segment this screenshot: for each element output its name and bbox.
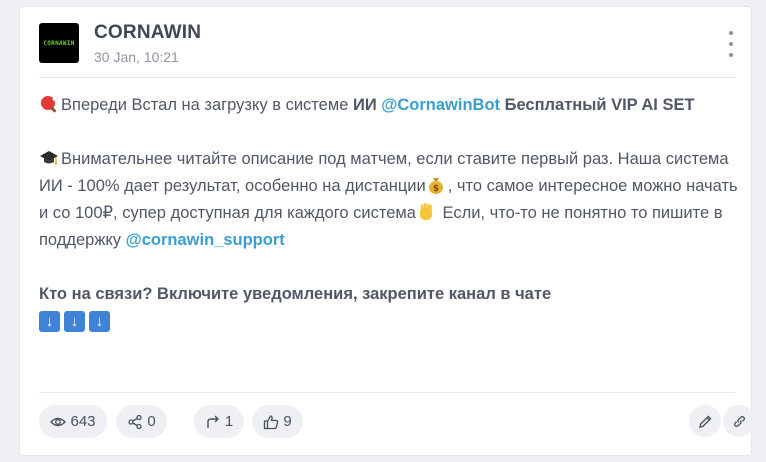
- post-paragraph-1: Впереди Встал на загрузку в системе ИИ @…: [39, 92, 739, 119]
- ping-pong-icon: [41, 96, 58, 113]
- post-paragraph-2: Внимательнее читайте описание под матчем…: [39, 146, 739, 254]
- ai-bold-text: ИИ: [352, 96, 377, 114]
- eye-icon: [50, 417, 67, 426]
- forwards-count: 1: [224, 413, 234, 430]
- post-paragraph-3: Кто на связи? Включите уведомления, закр…: [39, 285, 552, 303]
- link-icon: [733, 415, 745, 427]
- avatar-logo-text: CORNAWIN: [43, 39, 75, 47]
- post-timestamp: 30 Jan, 10:21: [94, 49, 179, 65]
- svg-text:$: $: [433, 184, 439, 194]
- channel-name[interactable]: CORNAWIN: [94, 22, 201, 44]
- post-header: CORNAWIN CORNAWIN 30 Jan, 10:21: [20, 7, 751, 79]
- shares-count: 0: [147, 413, 156, 430]
- bot-mention-link[interactable]: @CornawinBot: [381, 96, 500, 114]
- down-arrow-icon: ↓: [39, 311, 60, 332]
- views-counter[interactable]: 643: [39, 405, 107, 438]
- down-arrow-icon: ↓: [64, 311, 85, 332]
- post-footer: 643 0 1 9: [39, 405, 755, 439]
- header-divider: [39, 77, 735, 78]
- post-card: CORNAWIN CORNAWIN 30 Jan, 10:21 Впереди …: [19, 6, 755, 456]
- pencil-icon: [698, 415, 711, 428]
- edit-button[interactable]: [689, 405, 721, 437]
- more-vertical-icon: [729, 31, 733, 35]
- share-button[interactable]: 0: [116, 405, 167, 438]
- down-arrows-row: ↓ ↓ ↓: [39, 311, 739, 332]
- paragraph-1-text: Впереди Встал на загрузку в системе: [61, 96, 353, 114]
- thumbs-up-icon: [264, 414, 279, 429]
- share-icon: [128, 414, 142, 429]
- views-count: 643: [70, 413, 96, 430]
- more-options-button[interactable]: [723, 31, 739, 57]
- footer-divider: [39, 392, 735, 393]
- avatar[interactable]: CORNAWIN: [39, 23, 79, 63]
- post-body: Впереди Встал на загрузку в системе ИИ @…: [39, 92, 739, 332]
- forward-button[interactable]: 1: [194, 405, 244, 438]
- graduation-cap-icon: [40, 151, 58, 165]
- vip-set-text: Бесплатный VIP AI SET: [500, 96, 695, 114]
- like-button[interactable]: 9: [252, 405, 303, 438]
- likes-count: 9: [283, 413, 292, 430]
- money-bag-icon: $: [428, 178, 443, 194]
- raised-hand-icon: [419, 203, 432, 220]
- forward-icon: [207, 415, 219, 428]
- down-arrow-icon: ↓: [89, 311, 110, 332]
- support-mention-link[interactable]: @cornawin_support: [126, 231, 285, 249]
- copy-link-button[interactable]: [723, 405, 755, 437]
